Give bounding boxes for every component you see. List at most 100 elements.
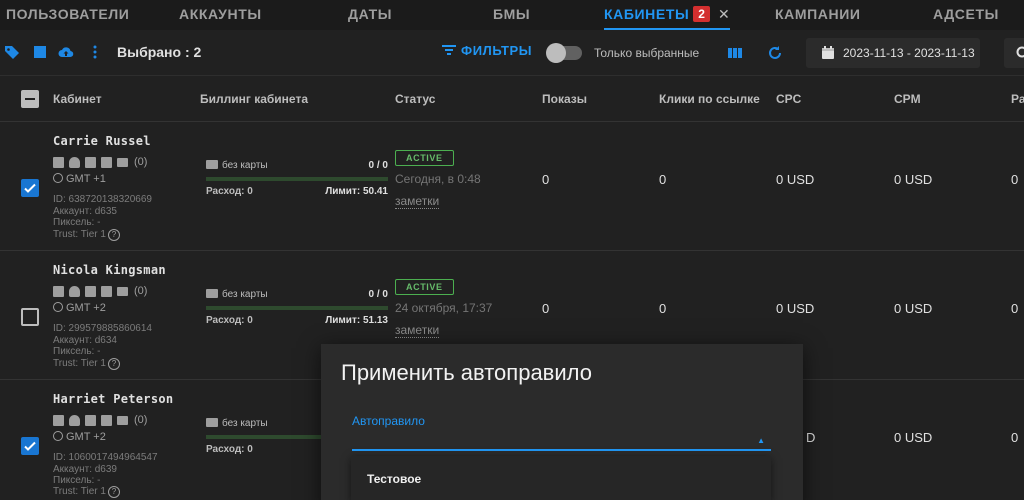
cabinet-id: ID: 1060017494964547 [53,452,158,463]
credit-card-icon [206,289,218,298]
card-icon[interactable] [101,285,112,297]
tab-bms[interactable]: БМЫ [493,0,530,30]
status-badge: ACTIVE [395,279,454,295]
status-badge: ACTIVE [395,150,454,166]
credit-card-icon[interactable] [117,286,128,296]
card-icon[interactable] [101,414,112,426]
trust-tier: Trust: Tier 1? [53,229,120,241]
tab-campaigns[interactable]: КАМПАНИИ [775,0,861,30]
tab-label: АДСЕТЫ [933,6,999,22]
tab-adsets[interactable]: АДСЕТЫ [933,0,999,30]
billing-spend: Расход: 0 [206,315,253,326]
caret-up-icon[interactable]: ▲ [757,436,765,445]
tab-accounts[interactable]: АККАУНТЫ [179,0,262,30]
tab-users[interactable]: ПОЛЬЗОВАТЕЛИ [6,0,129,30]
cpm-value: 0 USD [894,301,933,316]
receipt-icon[interactable] [85,414,96,426]
row-checkbox[interactable] [21,308,39,326]
column-header[interactable]: Показы [542,92,587,106]
column-header[interactable]: Статус [395,92,435,106]
more-vertical-icon[interactable] [87,44,103,60]
clicks-value: 0 [659,301,667,316]
row-checkbox[interactable] [21,437,39,455]
document-icon[interactable] [53,285,64,297]
tab-dates[interactable]: ДАТЫ [348,0,392,30]
extra-value: 0 [1011,172,1019,187]
cloud-upload-icon[interactable] [58,44,74,60]
help-icon[interactable]: ? [107,358,120,370]
row-checkbox[interactable] [21,179,39,197]
cabinet-name[interactable]: Carrie Russel [53,134,151,148]
billing-progress-bar [206,306,388,310]
refresh-icon[interactable] [767,45,783,61]
cabinet-account: Аккаунт: d639 [53,464,117,475]
column-header[interactable]: Клики по ссылке [659,92,760,106]
help-icon[interactable]: ? [107,486,120,498]
tab-label: КАМПАНИИ [775,6,861,22]
search-icon [1016,46,1024,58]
toggle-knob [546,43,566,63]
document-icon[interactable] [53,156,64,168]
table-row[interactable]: Carrie Russel (0) GMT +1 ID: 63872013832… [0,122,1024,251]
bell-icon[interactable] [69,156,80,168]
select-all-checkbox[interactable] [21,90,39,108]
cabinet-id: ID: 299579885860614 [53,323,152,334]
tag-icon[interactable] [4,44,20,60]
document-icon[interactable] [53,414,64,426]
billing-card-text: без карты [222,418,268,429]
autorule-dropdown-menu: Тестовое [351,456,771,500]
receipt-icon[interactable] [85,156,96,168]
bell-icon[interactable] [69,285,80,297]
timezone: GMT +2 [53,302,106,314]
date-range-picker[interactable]: 2023-11-13 - 2023-11-13 [806,38,980,68]
autorule-select[interactable]: ▲ [352,430,771,451]
icons-count: (0) [134,285,148,297]
cabinet-pixels: Пиксель: - [53,475,101,486]
impressions-value: 0 [542,301,550,316]
cabinet-name[interactable]: Nicola Kingsman [53,263,166,277]
notes-link[interactable]: заметки [395,323,440,338]
column-header[interactable]: Биллинг кабинета [200,92,308,106]
column-header[interactable]: Кабинет [53,92,102,106]
stop-icon[interactable] [32,44,48,60]
search-button[interactable] [1004,38,1024,68]
cabinet-pixels: Пиксель: - [53,217,101,228]
columns-icon[interactable] [727,45,743,61]
extra-value: 0 [1011,301,1019,316]
close-icon[interactable]: ✕ [718,0,730,28]
column-header[interactable]: CPM [894,92,921,106]
timezone: GMT +1 [53,173,106,185]
timezone-text: GMT +1 [66,173,106,185]
cabinet-pixels: Пиксель: - [53,346,101,357]
column-header[interactable]: Ра [1011,92,1024,106]
notes-link[interactable]: заметки [395,194,440,209]
billing-ratio: 0 / 0 [368,160,388,171]
bell-icon[interactable] [69,414,80,426]
icons-count: (0) [134,156,148,168]
timezone: GMT +2 [53,431,106,443]
tab-cabinets[interactable]: КАБИНЕТЫ 2 ✕ [604,0,731,30]
cabinet-icons: (0) [53,413,147,427]
filter-icon [442,45,456,55]
credit-card-icon[interactable] [117,415,128,425]
help-icon[interactable]: ? [107,229,120,241]
billing-ratio: 0 / 0 [368,289,388,300]
filters-button[interactable]: ФИЛЬТРЫ [442,43,532,58]
billing-spend: Расход: 0 [206,186,253,197]
toolbar: Выбрано : 2 ФИЛЬТРЫ Только выбранные 202… [0,30,1024,76]
tab-badge: 2 [693,6,710,22]
tab-label: ПОЛЬЗОВАТЕЛИ [6,6,130,22]
credit-card-icon[interactable] [117,157,128,167]
only-selected-toggle[interactable] [546,43,582,63]
cabinet-name[interactable]: Harriet Peterson [53,392,173,406]
only-selected-label: Только выбранные [594,46,700,60]
column-header[interactable]: CPC [776,92,801,106]
timezone-text: GMT +2 [66,302,106,314]
cpc-value: 0 USD [776,301,815,316]
receipt-icon[interactable] [85,285,96,297]
trust-tier: Trust: Tier 1? [53,486,120,498]
dropdown-option[interactable]: Тестовое [367,472,421,486]
table-header: Кабинет Биллинг кабинета Статус Показы К… [0,76,1024,122]
card-icon[interactable] [101,156,112,168]
cabinet-icons: (0) [53,155,147,169]
